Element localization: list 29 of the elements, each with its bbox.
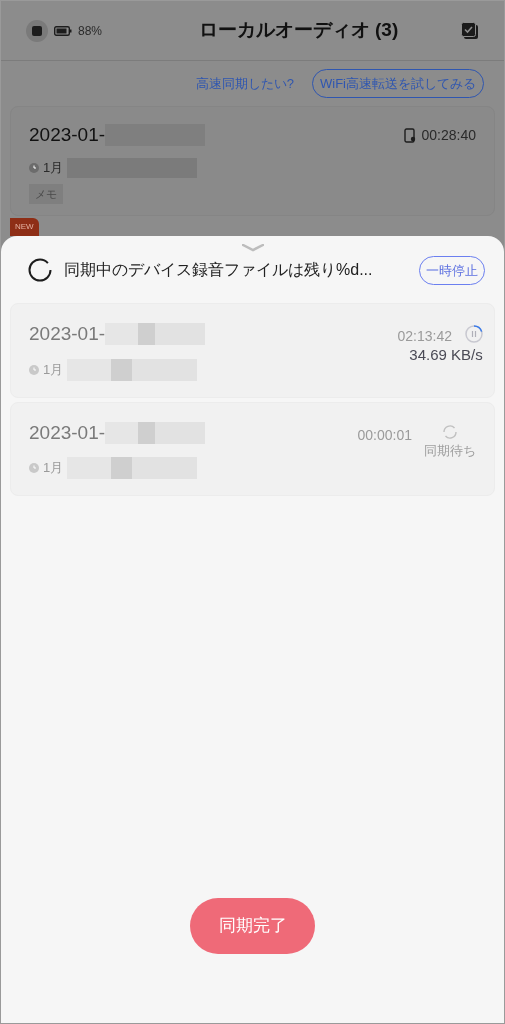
transfer-speed: 34.69 KB/s <box>409 345 483 365</box>
refresh-icon <box>441 422 459 441</box>
new-badge: NEW <box>10 217 39 236</box>
recording-date: 1月 <box>43 459 64 478</box>
sync-status: 同期待ち <box>424 441 476 460</box>
loading-icon <box>28 258 52 283</box>
battery-level: 88% <box>78 22 103 40</box>
recording-title: 2023-01- <box>29 420 106 445</box>
duration: 02:13:42 <box>397 327 452 346</box>
duration: 00:28:40 <box>421 125 476 145</box>
clock-icon <box>29 463 39 473</box>
recording-card[interactable]: 2023-01- 1月 00:00:01 同期待ち <box>10 401 495 496</box>
recording-date: 1月 <box>43 360 64 379</box>
select-all-icon[interactable] <box>461 21 479 40</box>
pause-progress-icon[interactable] <box>464 324 484 344</box>
recording-card[interactable]: 2023-01- 1月 02:13:42 34.69 KB/s <box>10 303 495 398</box>
sync-complete-button[interactable]: 同期完了 <box>190 898 315 954</box>
recording-title: 2023-01- <box>29 123 106 147</box>
clock-icon <box>29 364 39 375</box>
phone-file-icon <box>403 127 416 143</box>
page-title: ローカルオーディオ (3) <box>197 18 400 43</box>
recording-title: 2023-01- <box>29 322 106 346</box>
device-icon[interactable] <box>26 19 48 42</box>
clock-icon <box>29 162 39 173</box>
fast-sync-question: 高速同期したい? <box>195 74 294 93</box>
sync-message: 同期中のデバイス録音ファイルは残り%d... <box>64 260 374 281</box>
duration: 00:00:01 <box>357 425 412 445</box>
recording-date: 1月 <box>43 158 64 177</box>
battery-icon <box>54 25 72 36</box>
